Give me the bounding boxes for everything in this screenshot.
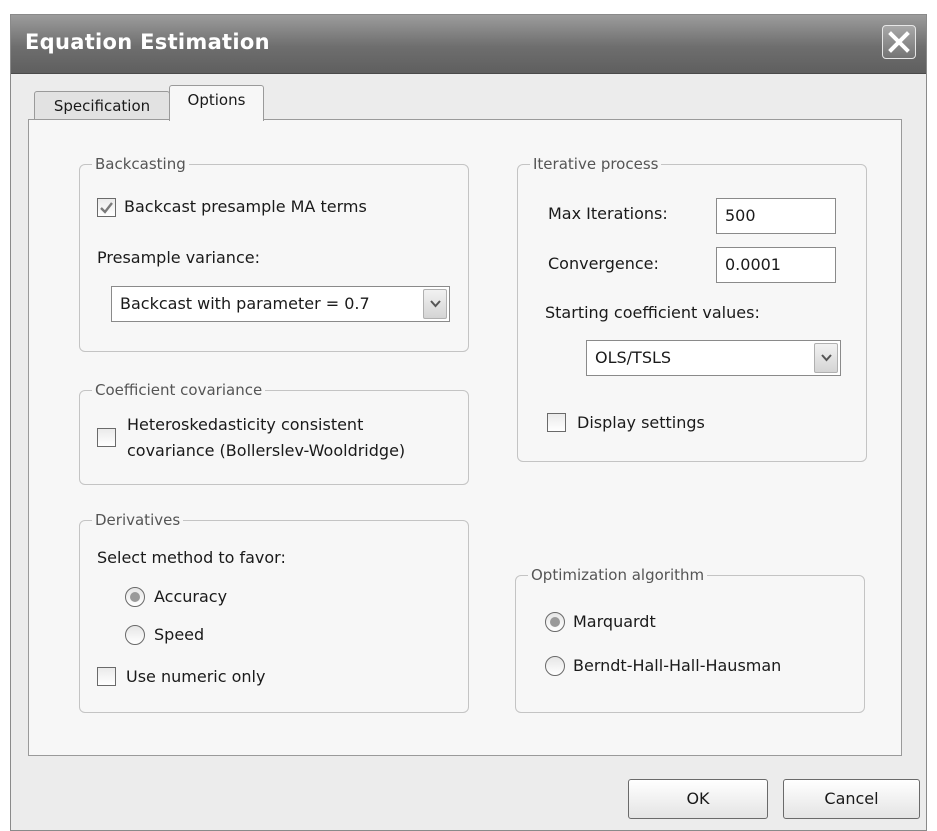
starting-coefficients-label: Starting coefficient values: — [545, 303, 760, 322]
max-iterations-value: 500 — [725, 206, 756, 225]
starting-coefficients-dropdown-button[interactable] — [814, 343, 838, 373]
heteroskedasticity-label-line1: Heteroskedasticity consistent — [127, 415, 364, 434]
radio-selected-dot — [550, 617, 560, 627]
close-icon — [888, 31, 910, 53]
tab-specification-label: Specification — [53, 97, 151, 115]
close-button[interactable] — [882, 25, 916, 59]
accuracy-radio[interactable] — [125, 587, 145, 607]
numeric-only-label: Use numeric only — [126, 667, 266, 686]
presample-variance-value: Backcast with parameter = 0.7 — [120, 294, 370, 313]
cancel-button-label: Cancel — [824, 789, 879, 808]
max-iterations-input[interactable]: 500 — [716, 198, 836, 234]
dialog-window: Equation Estimation Specification Option… — [10, 14, 927, 831]
optimization-algorithm-legend: Optimization algorithm — [528, 565, 708, 585]
radio-selected-dot — [130, 592, 140, 602]
iterative-process-legend: Iterative process — [530, 154, 662, 174]
backcast-ma-checkbox[interactable] — [97, 198, 116, 217]
tab-options-label: Options — [187, 91, 246, 109]
bhhh-label: Berndt-Hall-Hall-Hausman — [573, 656, 782, 675]
options-panel: Backcasting Backcast presample MA terms … — [28, 119, 902, 756]
derivatives-group: Derivatives Select method to favor: Accu… — [79, 510, 469, 713]
derivatives-prompt: Select method to favor: — [97, 548, 286, 567]
chevron-down-icon — [821, 354, 832, 362]
tab-specification[interactable]: Specification — [34, 91, 170, 121]
convergence-value: 0.0001 — [725, 255, 781, 274]
title-bar[interactable]: Equation Estimation — [11, 15, 926, 74]
coefficient-covariance-legend: Coefficient covariance — [92, 380, 266, 400]
display-settings-label: Display settings — [577, 413, 705, 432]
speed-radio[interactable] — [125, 625, 145, 645]
iterative-process-group: Iterative process Max Iterations: 500 Co… — [517, 154, 867, 462]
heteroskedasticity-checkbox[interactable] — [97, 428, 116, 447]
convergence-label: Convergence: — [548, 254, 659, 273]
marquardt-radio[interactable] — [545, 612, 565, 632]
accuracy-label: Accuracy — [154, 587, 228, 606]
cancel-button[interactable]: Cancel — [783, 779, 920, 819]
backcast-ma-label: Backcast presample MA terms — [124, 197, 367, 216]
ok-button[interactable]: OK — [628, 779, 768, 819]
coefficient-covariance-group: Coefficient covariance Heteroskedasticit… — [79, 380, 469, 485]
optimization-algorithm-group: Optimization algorithm Marquardt Berndt-… — [515, 565, 865, 713]
derivatives-legend: Derivatives — [92, 510, 184, 530]
backcasting-legend: Backcasting — [92, 154, 189, 174]
presample-variance-label: Presample variance: — [97, 248, 260, 267]
window-title: Equation Estimation — [25, 30, 270, 54]
ok-button-label: OK — [686, 789, 710, 808]
starting-coefficients-select[interactable]: OLS/TSLS — [586, 340, 841, 376]
tab-options[interactable]: Options — [169, 85, 264, 121]
heteroskedasticity-label-line2: covariance (Bollerslev-Wooldridge) — [127, 441, 406, 460]
marquardt-label: Marquardt — [573, 612, 656, 631]
checkmark-icon — [100, 202, 113, 214]
presample-variance-dropdown-button[interactable] — [423, 289, 447, 319]
speed-label: Speed — [154, 625, 205, 644]
backcasting-group: Backcasting Backcast presample MA terms … — [79, 154, 469, 352]
display-settings-checkbox[interactable] — [547, 413, 566, 432]
bhhh-radio[interactable] — [545, 656, 565, 676]
convergence-input[interactable]: 0.0001 — [716, 247, 836, 283]
chevron-down-icon — [430, 300, 441, 308]
starting-coefficients-value: OLS/TSLS — [595, 348, 672, 367]
presample-variance-select[interactable]: Backcast with parameter = 0.7 — [111, 286, 450, 322]
numeric-only-checkbox[interactable] — [97, 667, 116, 686]
max-iterations-label: Max Iterations: — [548, 204, 668, 223]
